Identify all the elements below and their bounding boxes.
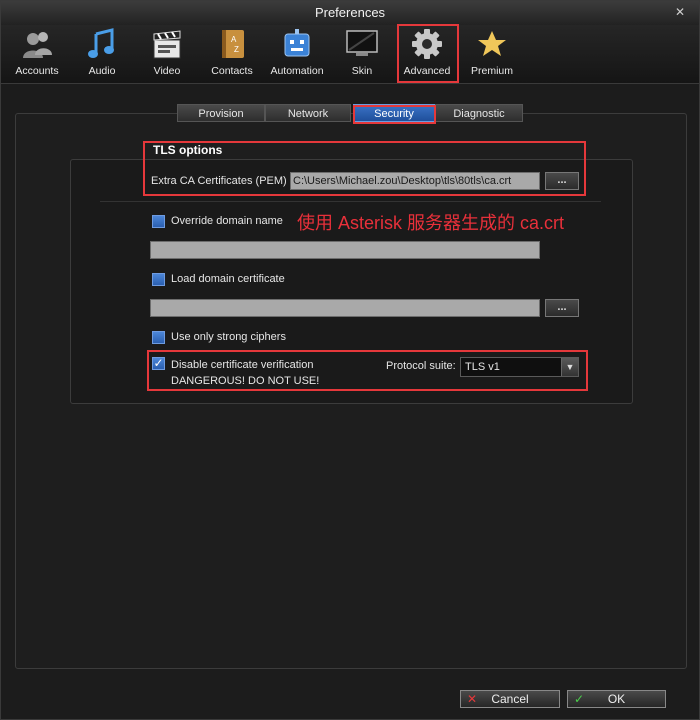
- override-domain-label: Override domain name: [171, 215, 283, 227]
- cancel-label: Cancel: [491, 692, 529, 706]
- category-toolbar: Accounts Audio Video A Z Contacts Automa…: [1, 25, 699, 84]
- music-note-icon: [88, 28, 114, 58]
- window-title: Preferences: [314, 5, 386, 20]
- domain-cert-browse-button[interactable]: ...: [545, 299, 579, 317]
- people-icon: [23, 32, 52, 58]
- cancel-button[interactable]: ✕ Cancel: [460, 690, 560, 708]
- toolbar-item-contacts[interactable]: A Z Contacts: [201, 25, 263, 83]
- tab-diagnostic[interactable]: Diagnostic: [435, 104, 523, 122]
- override-domain-input[interactable]: [150, 241, 540, 259]
- domain-cert-path-input[interactable]: [150, 299, 540, 317]
- load-domain-cert-checkbox[interactable]: [152, 273, 165, 286]
- toolbar-label: Accounts: [15, 65, 59, 77]
- preferences-window: Preferences ✕ Accounts Audio Video A Z C…: [0, 0, 700, 720]
- toolbar-label: Video: [153, 65, 181, 77]
- annotation-text: 使用 Asterisk 服务器生成的 ca.crt: [297, 213, 565, 233]
- svg-text:Z: Z: [234, 45, 239, 54]
- override-domain-checkbox[interactable]: [152, 215, 165, 228]
- strong-ciphers-checkbox[interactable]: [152, 331, 165, 344]
- security-tab-highlight: [353, 105, 436, 124]
- svg-text:A: A: [231, 35, 237, 44]
- tab-network[interactable]: Network: [265, 104, 351, 122]
- toolbar-label: Contacts: [211, 65, 253, 77]
- divider: [100, 201, 601, 202]
- monitor-icon: [346, 30, 378, 56]
- close-icon[interactable]: ✕: [671, 4, 689, 20]
- toolbar-label: Audio: [88, 65, 116, 77]
- toolbar-item-audio[interactable]: Audio: [71, 25, 133, 83]
- toolbar-item-automation[interactable]: Automation: [266, 25, 328, 83]
- address-book-icon: A Z: [222, 30, 244, 58]
- toolbar-item-accounts[interactable]: Accounts: [6, 25, 68, 83]
- toolbar-label: Skin: [351, 65, 373, 77]
- toolbar-label: Premium: [470, 65, 513, 77]
- clapperboard-icon: [153, 30, 181, 59]
- strong-ciphers-label: Use only strong ciphers: [171, 331, 286, 343]
- toolbar-item-video[interactable]: Video: [136, 25, 198, 83]
- title-bar: Preferences ✕: [1, 1, 699, 25]
- star-icon: [478, 31, 506, 56]
- verification-highlight: [147, 350, 588, 391]
- tab-provision[interactable]: Provision: [177, 104, 265, 122]
- ok-button[interactable]: ✓ OK: [567, 690, 666, 708]
- toolbar-item-skin[interactable]: Skin: [331, 25, 393, 83]
- tls-ca-highlight: [143, 141, 586, 196]
- toolbar-item-premium[interactable]: Premium: [461, 25, 523, 83]
- advanced-highlight: [397, 24, 459, 83]
- load-domain-cert-label: Load domain certificate: [171, 273, 285, 285]
- ok-label: OK: [607, 692, 626, 706]
- toolbar-label: Automation: [270, 65, 324, 77]
- robot-icon: [284, 29, 310, 57]
